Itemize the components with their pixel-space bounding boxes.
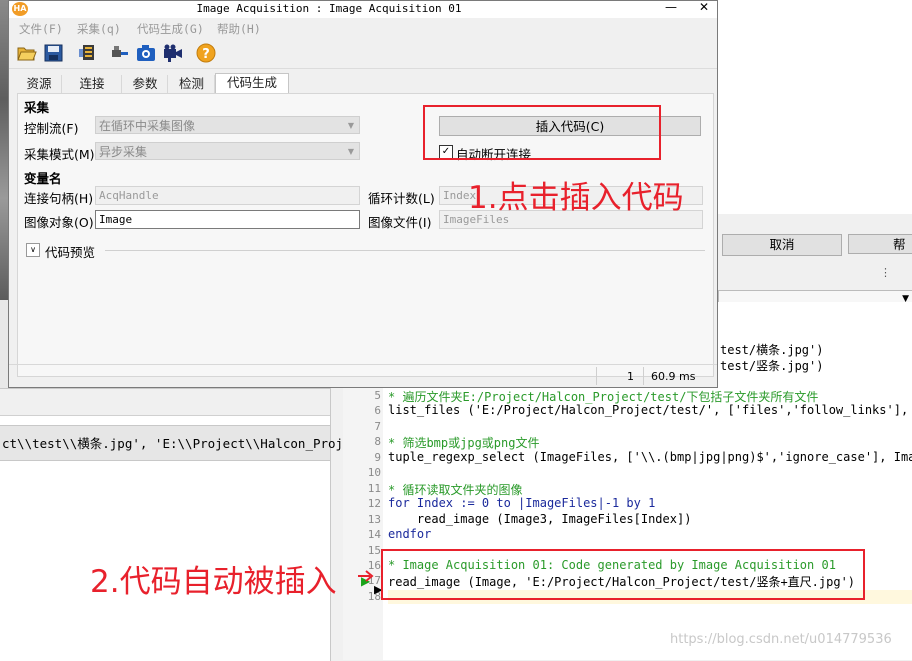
help-icon[interactable]: ?: [195, 43, 217, 63]
live-video-icon[interactable]: [162, 43, 184, 63]
title-bar[interactable]: HA Image Acquisition : Image Acquisition…: [9, 0, 717, 18]
section-variable-names: 变量名: [24, 171, 62, 186]
variable-window-header: [0, 389, 330, 416]
handle-field[interactable]: AcqHandle: [95, 186, 360, 205]
minimize-button[interactable]: —: [660, 0, 682, 17]
toolbar: ?: [9, 38, 717, 69]
code-line[interactable]: read_image (Image3, ImageFiles[Index]): [388, 512, 692, 526]
control-flow-select[interactable]: 在循环中采集图像 ▼: [95, 116, 360, 134]
line-number: 10: [367, 466, 381, 479]
line-number: 13: [367, 513, 381, 526]
code-preview-label[interactable]: 代码预览: [45, 242, 95, 261]
handle-label: 连接句柄(H): [24, 191, 94, 206]
snap-camera-icon[interactable]: [135, 43, 157, 63]
status-time: 60.9 ms: [651, 370, 696, 383]
variable-value-row[interactable]: ct\\test\\横条.jpg', 'E:\\Project\\Halcon_…: [0, 425, 351, 461]
acq-mode-select[interactable]: 异步采集 ▼: [95, 142, 360, 160]
code-line[interactable]: tuple_regexp_select (ImageFiles, ['\\.(b…: [388, 450, 912, 464]
code-line[interactable]: endfor: [388, 527, 431, 541]
menu-help[interactable]: 帮助(H): [217, 21, 261, 37]
line-number: 14: [367, 528, 381, 541]
status-count: 1: [627, 370, 634, 383]
menu-bar: 文件(F) 采集(q) 代码生成(G) 帮助(H): [9, 18, 717, 38]
line-number: 9: [374, 451, 381, 464]
tab-inspect[interactable]: 检测: [169, 75, 215, 93]
code-line-partial: test/竖条.jpg'): [720, 359, 824, 373]
acq-mode-value: 异步采集: [99, 145, 148, 159]
image-object-label: 图像对象(O): [24, 215, 94, 230]
control-flow-value: 在循环中采集图像: [99, 119, 196, 133]
save-icon[interactable]: [43, 43, 65, 63]
line-number: 8: [374, 435, 381, 448]
code-line[interactable]: list_files ('E:/Project/Halcon_Project/t…: [388, 403, 912, 417]
connect-icon[interactable]: [109, 43, 131, 63]
line-number: 11: [367, 482, 381, 495]
highlight-insert-code: [423, 105, 661, 160]
tab-bar: 资源 连接 参数 检测 代码生成: [17, 73, 715, 94]
expand-chevron-icon[interactable]: ∨: [26, 243, 40, 257]
tab-connection[interactable]: 连接: [63, 75, 122, 93]
control-flow-label: 控制流(F): [24, 121, 79, 136]
close-button[interactable]: ✕: [692, 0, 716, 17]
line-number: 15: [367, 544, 381, 557]
tab-parameters[interactable]: 参数: [123, 75, 168, 93]
watermark: https://blog.csdn.net/u014779536: [670, 632, 892, 647]
image-files-label: 图像文件(I): [368, 215, 432, 230]
status-bar: 1 60.9 ms: [9, 364, 717, 387]
acq-mode-label: 采集模式(M): [24, 147, 95, 162]
code-line[interactable]: for Index := 0 to |ImageFiles|-1 by 1: [388, 496, 655, 510]
acquisition-assistant-icon[interactable]: [77, 43, 99, 63]
divider: [105, 250, 705, 251]
menu-file[interactable]: 文件(F): [19, 21, 63, 37]
line-number: 6: [374, 404, 381, 417]
open-folder-icon[interactable]: [16, 43, 38, 63]
window-title: Image Acquisition : Image Acquisition 01: [196, 2, 462, 15]
help-button[interactable]: 帮: [848, 234, 912, 254]
loop-counter-label: 循环计数(L): [368, 191, 435, 206]
line-number: 12: [367, 497, 381, 510]
svg-text:?: ?: [202, 47, 210, 62]
cancel-button[interactable]: 取消: [722, 234, 842, 256]
section-acquisition: 采集: [24, 100, 50, 115]
line-number: 7: [374, 420, 381, 433]
chevron-down-icon: ▼: [347, 147, 354, 156]
menu-acquisition[interactable]: 采集(q): [77, 21, 121, 37]
tab-code-generation[interactable]: 代码生成: [215, 73, 289, 94]
variable-window: ct\\test\\横条.jpg', 'E:\\Project\\Halcon_…: [0, 388, 351, 661]
image-object-field[interactable]: Image: [95, 210, 360, 229]
divider: [643, 367, 644, 385]
menu-code-generation[interactable]: 代码生成(G): [137, 21, 204, 37]
main-window-pane: [718, 4, 912, 214]
pane-separator-icon: ⋮: [880, 266, 891, 279]
chevron-down-icon: ▼: [347, 121, 354, 130]
highlight-inserted-code: [381, 549, 865, 600]
line-number: 5: [374, 389, 381, 402]
tab-resources[interactable]: 资源: [17, 75, 62, 93]
divider: [596, 367, 597, 385]
code-line[interactable]: * 筛选bmp或jpg或png文件: [388, 434, 539, 451]
code-line-partial: test/横条.jpg'): [720, 343, 824, 357]
annotation-step2: 2.代码自动被插入: [90, 564, 337, 600]
annotation-arrow-icon: [358, 570, 374, 582]
annotation-step1: 1.点击插入代码: [468, 180, 684, 216]
variable-value-text: ct\\test\\横条.jpg', 'E:\\Project\\Halcon_…: [2, 436, 351, 451]
